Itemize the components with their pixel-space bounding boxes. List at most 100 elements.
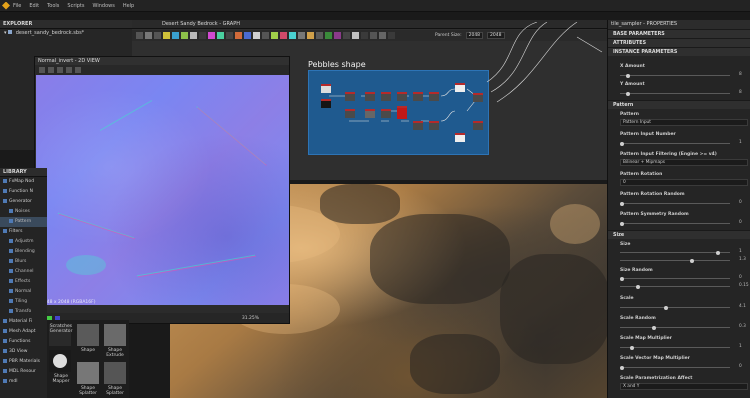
graph-node[interactable] (429, 121, 439, 130)
pattern-input-number-value[interactable]: 1 (739, 140, 742, 145)
scale-vector-map-multiplier-slider[interactable] (620, 365, 730, 370)
scale-value[interactable]: 4.1 (739, 304, 746, 309)
library-item[interactable]: Channel (0, 267, 47, 277)
slider-knob[interactable] (626, 73, 630, 78)
tool-button[interactable] (154, 32, 161, 39)
scale-map-multiplier-value[interactable]: 1 (739, 344, 742, 349)
tool-button[interactable] (289, 32, 296, 39)
pattern-select[interactable]: Pattern Input (620, 119, 748, 126)
section-base-parameters[interactable]: BASE PARAMETERS (608, 29, 750, 38)
graph-node[interactable] (413, 121, 423, 130)
tool-icon[interactable] (75, 67, 81, 73)
library-item[interactable]: Filters (0, 227, 47, 237)
slider-knob[interactable] (626, 91, 630, 96)
size-random-x-slider[interactable] (620, 276, 730, 281)
section-instance-parameters[interactable]: INSTANCE PARAMETERS (608, 47, 750, 56)
tool-button[interactable] (145, 32, 152, 39)
slider-knob[interactable] (716, 250, 720, 255)
tool-button[interactable] (208, 32, 215, 39)
x-amount-slider[interactable] (620, 73, 730, 78)
tool-button[interactable] (379, 32, 386, 39)
pattern-input-filtering-select[interactable]: Bilinear + Mipmaps (620, 159, 748, 166)
slider-knob[interactable] (690, 258, 694, 263)
tool-button[interactable] (316, 32, 323, 39)
pattern-rotation-random-slider[interactable] (620, 201, 730, 206)
thumbnail[interactable] (77, 324, 99, 346)
menu-help[interactable]: Help (123, 3, 134, 9)
library-item[interactable]: PBR Materials (0, 357, 47, 367)
graph-node[interactable] (381, 109, 391, 118)
tool-button[interactable] (181, 32, 188, 39)
normal-map-image[interactable] (36, 75, 289, 305)
tool-button[interactable] (280, 32, 287, 39)
library-item[interactable]: Noises (0, 207, 47, 217)
library-item[interactable]: Generator (0, 197, 47, 207)
library-item[interactable]: Blurs (0, 257, 47, 267)
graph-node[interactable] (345, 92, 355, 101)
tool-button[interactable] (298, 32, 305, 39)
tool-button[interactable] (217, 32, 224, 39)
tool-icon[interactable] (66, 67, 72, 73)
menu-edit[interactable]: Edit (29, 3, 39, 9)
thumbnail[interactable] (77, 362, 99, 384)
tool-icon[interactable] (57, 67, 63, 73)
library-item[interactable]: MDL Resour (0, 367, 47, 377)
tool-button[interactable] (307, 32, 314, 39)
pattern-rotation-random-value[interactable]: 0 (739, 200, 742, 205)
library-item[interactable]: mdl (0, 377, 47, 387)
tool-button[interactable] (199, 32, 206, 39)
size-x-slider[interactable] (620, 250, 730, 255)
menu-scripts[interactable]: Scripts (67, 3, 84, 9)
slider-knob[interactable] (620, 221, 624, 226)
slider-knob[interactable] (664, 305, 668, 310)
thumbnail[interactable] (104, 362, 126, 384)
tool-button[interactable] (388, 32, 395, 39)
graph-node[interactable] (381, 92, 391, 101)
pattern-symmetry-random-value[interactable]: 0 (739, 220, 742, 225)
x-amount-value[interactable]: 8 (739, 72, 742, 77)
graph-node[interactable] (473, 121, 483, 130)
graph-node[interactable] (413, 92, 423, 101)
tool-button[interactable] (226, 32, 233, 39)
menu-tools[interactable]: Tools (47, 3, 59, 9)
library-item[interactable]: Blending (0, 247, 47, 257)
library-item[interactable]: Material Fi (0, 317, 47, 327)
tool-button[interactable] (343, 32, 350, 39)
y-amount-value[interactable]: 8 (739, 90, 742, 95)
graph-node[interactable] (345, 109, 355, 118)
library-item[interactable]: Mesh Adapt (0, 327, 47, 337)
tool-button[interactable] (172, 32, 179, 39)
slider-knob[interactable] (620, 141, 624, 146)
slider-knob[interactable] (652, 325, 656, 330)
slider-knob[interactable] (636, 284, 640, 289)
slider-knob[interactable] (620, 201, 624, 206)
tool-button[interactable] (370, 32, 377, 39)
zoom-level[interactable]: 31.25% (242, 316, 259, 321)
graph-node[interactable] (365, 92, 375, 101)
thumbnail[interactable] (104, 324, 126, 346)
tool-icon[interactable] (48, 67, 54, 73)
scale-slider[interactable] (620, 305, 730, 310)
tool-button[interactable] (163, 32, 170, 39)
tool-button[interactable] (136, 32, 143, 39)
size-random-x-value[interactable]: 0 (739, 275, 742, 280)
library-item[interactable]: FxMap Nod (0, 177, 47, 187)
graph-frame[interactable] (308, 70, 489, 155)
slider-knob[interactable] (620, 276, 624, 281)
library-item[interactable]: Pattern (0, 217, 47, 227)
tool-button[interactable] (244, 32, 251, 39)
library-item[interactable]: Functions (0, 337, 47, 347)
explorer-item-package[interactable]: ▾ desert_sandy_bedrock.sbs* (0, 29, 132, 37)
library-item[interactable]: Tiling (0, 297, 47, 307)
tool-button[interactable] (262, 32, 269, 39)
library-item[interactable]: Function N (0, 187, 47, 197)
pattern-input-number-slider[interactable] (620, 141, 730, 146)
graph-node[interactable] (397, 92, 407, 101)
tool-button[interactable] (361, 32, 368, 39)
slider-knob[interactable] (630, 345, 634, 350)
thumbnail[interactable] (49, 350, 71, 372)
graph-node[interactable] (429, 92, 439, 101)
size-random-y-slider[interactable] (620, 284, 730, 289)
graph-node[interactable] (321, 84, 331, 93)
tool-button[interactable] (235, 32, 242, 39)
